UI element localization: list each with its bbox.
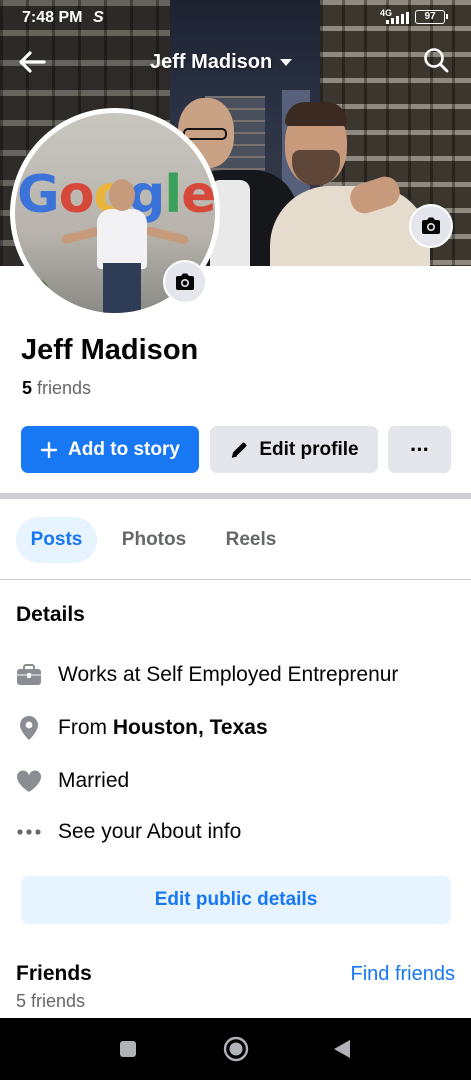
camera-icon bbox=[176, 273, 194, 290]
pencil-icon bbox=[232, 442, 247, 458]
add-to-story-button[interactable]: Add to story bbox=[21, 426, 199, 473]
more-dots-icon: ··· bbox=[410, 436, 430, 462]
detail-hometown-text: From Houston, Texas bbox=[58, 716, 268, 739]
location-pin-icon bbox=[16, 715, 42, 741]
friend-count[interactable]: 5 friends bbox=[22, 378, 91, 399]
triangle-back-icon bbox=[334, 1040, 350, 1058]
chevron-down-icon bbox=[280, 58, 293, 66]
back-button[interactable] bbox=[312, 1018, 372, 1080]
more-dots-icon bbox=[16, 819, 42, 845]
battery-icon: 97 bbox=[415, 10, 448, 24]
recent-apps-button[interactable] bbox=[98, 1018, 158, 1080]
detail-hometown[interactable]: From Houston, Texas bbox=[16, 713, 268, 743]
signal-icon bbox=[386, 12, 409, 24]
edit-profile-label: Edit profile bbox=[259, 438, 359, 460]
friend-count-label: friends bbox=[32, 378, 92, 398]
friends-section-count: 5 friends bbox=[16, 991, 86, 1011]
briefcase-icon bbox=[16, 662, 42, 688]
edit-public-details-button[interactable]: Edit public details bbox=[21, 876, 451, 924]
add-to-story-label: Add to story bbox=[68, 438, 180, 460]
detail-relationship-text: Married bbox=[58, 769, 130, 792]
friends-title: Friends bbox=[16, 962, 92, 985]
camera-icon bbox=[422, 217, 440, 234]
header-title: Jeff Madison bbox=[150, 50, 273, 73]
tab-posts[interactable]: Posts bbox=[16, 517, 97, 563]
square-icon bbox=[120, 1041, 136, 1057]
avatar-camera-button[interactable] bbox=[163, 260, 207, 304]
cover-person-right-hair bbox=[285, 102, 347, 126]
detail-about[interactable]: See your About info bbox=[16, 817, 241, 847]
edit-profile-button[interactable]: Edit profile bbox=[210, 426, 378, 473]
profile-switcher[interactable]: Jeff Madison bbox=[150, 48, 293, 76]
tab-photos[interactable]: Photos bbox=[110, 517, 198, 563]
profile-name: Jeff Madison bbox=[21, 334, 199, 366]
status-time: 7:48 PM bbox=[22, 9, 83, 26]
friend-count-number: 5 bbox=[22, 378, 33, 398]
details-title: Details bbox=[16, 603, 85, 626]
tabs-divider bbox=[0, 579, 471, 580]
system-nav-bar bbox=[0, 1018, 471, 1080]
section-divider bbox=[0, 493, 471, 499]
detail-about-text: See your About info bbox=[58, 820, 242, 843]
app-notification-icon: S bbox=[93, 9, 104, 26]
tab-reels[interactable]: Reels bbox=[212, 517, 290, 563]
detail-relationship[interactable]: Married bbox=[16, 766, 129, 796]
detail-work-text: Works at Self Employed Entreprenur bbox=[58, 663, 399, 686]
more-options-button[interactable]: ··· bbox=[388, 426, 451, 473]
back-arrow-icon[interactable] bbox=[16, 46, 48, 78]
circle-icon bbox=[223, 1036, 249, 1062]
cover-camera-button[interactable] bbox=[409, 204, 453, 248]
status-bar: 7:48 PM S 4G 97 bbox=[0, 0, 471, 34]
heart-icon bbox=[16, 768, 42, 794]
find-friends-link[interactable]: Find friends bbox=[351, 963, 456, 986]
detail-work[interactable]: Works at Self Employed Entreprenur bbox=[16, 660, 398, 690]
hometown-place: Houston, Texas bbox=[112, 716, 268, 739]
search-icon[interactable] bbox=[422, 46, 450, 74]
home-button[interactable] bbox=[206, 1018, 266, 1080]
plus-icon bbox=[40, 441, 58, 458]
